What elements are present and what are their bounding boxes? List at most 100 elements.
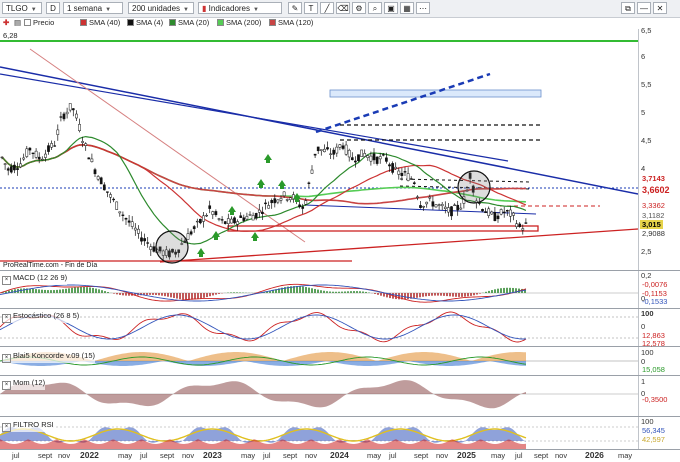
candles-group[interactable] [0, 103, 528, 261]
koncorde-panel[interactable] [0, 347, 638, 375]
zoom-button[interactable]: ⌕ [368, 2, 382, 14]
rsi-panel[interactable] [0, 417, 638, 449]
circle-marker[interactable] [155, 230, 189, 264]
legend-item[interactable]: SMA (120) [269, 17, 313, 29]
line-tool-button[interactable]: ╱ [320, 2, 334, 14]
candle-body [505, 209, 509, 212]
macd-panel[interactable] [0, 271, 638, 308]
x-tick-label: sept [160, 451, 175, 460]
legend-label: SMA (20) [178, 18, 210, 27]
draw-tool-button[interactable]: ✎ [288, 2, 302, 14]
candle-body [75, 113, 78, 119]
screenshot-button[interactable]: ▣ [384, 2, 398, 14]
legend-item[interactable]: SMA (200) [217, 17, 261, 29]
candle-body [288, 197, 292, 201]
chart-type-icon[interactable]: ▤ [14, 17, 21, 29]
candle-body [502, 211, 506, 214]
more-button[interactable]: ⋯ [416, 2, 430, 14]
value-badge: 3,7143 [642, 174, 665, 183]
legend-label: SMA (120) [278, 18, 314, 27]
close-icon[interactable]: × [2, 276, 11, 285]
symbol-selector[interactable]: TLGO ▼ [2, 2, 42, 14]
candle-body [490, 211, 494, 215]
indicators-button[interactable]: ▮ Indicadores ▼ [198, 2, 282, 14]
pencil-icon: ✎ [291, 4, 299, 13]
rsi-title[interactable]: × FILTRO RSI [2, 420, 54, 432]
macd-histogram-bar [350, 291, 352, 293]
macd-histogram-bar [176, 293, 178, 299]
legend-item[interactable]: SMA (4) [127, 17, 163, 29]
period-button[interactable]: D [46, 2, 60, 14]
text-tool-button[interactable]: T [304, 2, 318, 14]
x-tick-label: sept [283, 451, 298, 460]
indicators-icon: ▮ [202, 4, 207, 13]
axis-tick: 4,5 [641, 136, 652, 145]
macd-histogram-bar [107, 291, 109, 293]
legend-swatch [269, 19, 276, 26]
candle-body [403, 171, 407, 173]
projection-dashed[interactable] [315, 72, 491, 134]
minimize-button[interactable]: — [637, 2, 651, 14]
close-icon[interactable]: × [2, 381, 11, 390]
candle-body [409, 178, 413, 180]
close-icon[interactable]: × [2, 354, 11, 363]
stoch-title[interactable]: × Estocástico (26 8 5) [2, 311, 80, 323]
close-icon[interactable]: × [2, 423, 11, 432]
rising-support-line[interactable] [159, 228, 638, 263]
sma120-line[interactable] [1, 144, 526, 205]
macd-histogram-bar [185, 293, 187, 300]
macd-histogram-bar [158, 293, 160, 296]
timeframe-selector[interactable]: 1 semana ▼ [63, 2, 123, 14]
resistance-zone[interactable] [329, 89, 542, 98]
units-selector[interactable]: 200 unidades ▼ [128, 2, 194, 14]
macd-histogram-bar [464, 293, 466, 297]
popout-button[interactable]: ⧉ [621, 2, 635, 14]
macd-histogram-bar [347, 291, 349, 293]
legend-item[interactable]: SMA (20) [169, 17, 209, 29]
candle-body [223, 221, 227, 224]
blai-title[interactable]: × Blai5 Koncorde v.09 (15) [2, 351, 95, 363]
indicator-line [0, 428, 527, 442]
momentum-panel[interactable] [0, 376, 638, 416]
trash-button[interactable]: ⌫ [336, 2, 350, 14]
macd-title[interactable]: × MACD (12 26 9) [2, 273, 68, 285]
add-indicator-icon[interactable]: ✚ [3, 17, 9, 29]
candle-body [425, 201, 429, 205]
circle-marker[interactable] [457, 170, 491, 204]
candle-body [109, 194, 112, 198]
candle-body [388, 164, 391, 167]
candle-body [214, 211, 218, 216]
candle-body [453, 204, 456, 206]
candle-body [357, 154, 360, 162]
candle-body [251, 215, 255, 221]
buy-arrow-icon [264, 154, 272, 163]
x-tick-label: 2024 [330, 450, 349, 460]
legend-item[interactable]: Precio [24, 17, 54, 29]
close-button[interactable]: ✕ [653, 2, 667, 14]
value-badge: 3,1182 [642, 211, 665, 220]
candle-body [22, 157, 26, 160]
stochastic-panel[interactable] [0, 309, 638, 346]
macd-histogram-bar [239, 292, 241, 293]
popout-icon: ⧉ [625, 4, 631, 13]
macd-histogram-bar [314, 288, 316, 293]
close-icon[interactable]: × [2, 314, 11, 323]
candle-body [146, 242, 150, 244]
candle-body [233, 217, 236, 224]
sma20-line[interactable] [1, 135, 527, 245]
candle-body [440, 204, 444, 207]
candle-body [6, 168, 10, 171]
legend-item[interactable]: SMA (40) [80, 17, 120, 29]
candle-body [93, 169, 97, 175]
grid-button[interactable]: ▦ [400, 2, 414, 14]
macd-histogram-bar [341, 291, 343, 293]
grid-icon: ▦ [403, 4, 411, 13]
candle-body [347, 149, 351, 158]
macd-histogram-bar [428, 293, 430, 296]
candle-body [428, 196, 432, 199]
price-chart[interactable] [0, 29, 638, 270]
candle-body [381, 154, 385, 156]
x-tick-label: jul [140, 451, 148, 460]
settings-button[interactable]: ⚙ [352, 2, 366, 14]
mom-title[interactable]: × Mom (12) [2, 378, 46, 390]
